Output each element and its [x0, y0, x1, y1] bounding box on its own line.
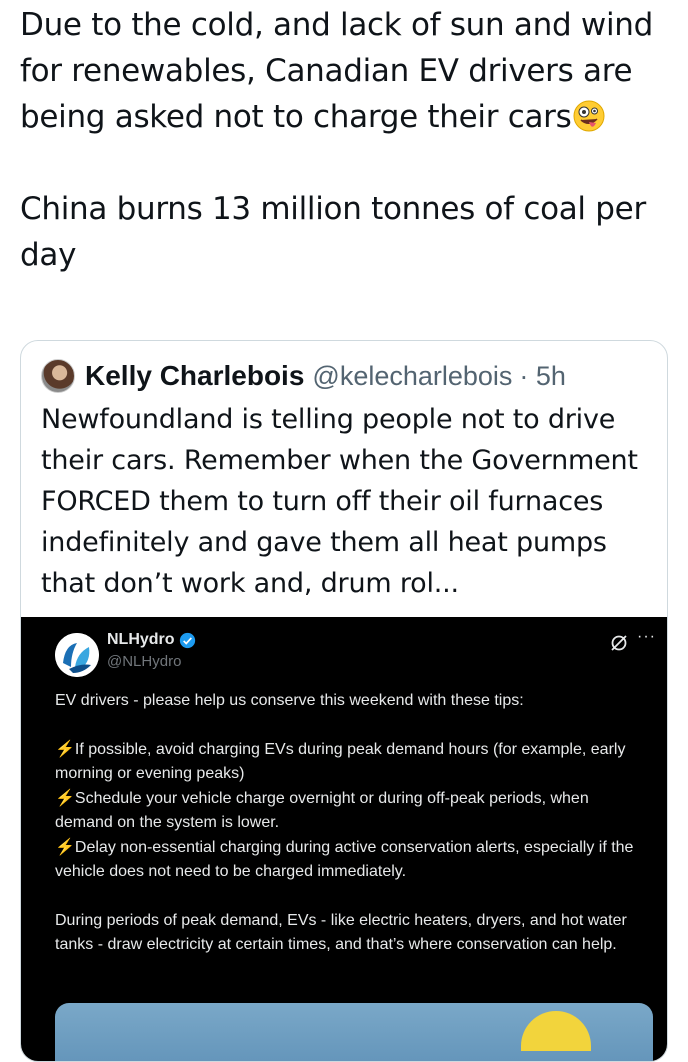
embed-author-handle: @NLHydro	[107, 653, 182, 670]
tip-3: ⚡Delay non-essential charging during act…	[55, 838, 634, 881]
lightning-icon: ⚡	[55, 740, 75, 758]
quoted-author-name[interactable]: Kelly Charlebois	[85, 360, 304, 392]
nlhydro-logo-icon	[55, 633, 99, 677]
embed-closing: During periods of peak demand, EVs - lik…	[55, 911, 627, 954]
tip-2: ⚡Schedule your vehicle charge overnight …	[55, 789, 589, 832]
quoted-author-handle[interactable]: @kelecharlebois	[312, 361, 512, 392]
more-options-icon: ···	[637, 628, 656, 645]
embed-intro: EV drivers - please help us conserve thi…	[55, 692, 524, 709]
quoted-post-card[interactable]: Kelly Charlebois @kelecharlebois · 5h Ne…	[20, 340, 668, 1062]
post-paragraph-1: Due to the cold, and lack of sun and win…	[20, 7, 653, 135]
zany-face-emoji-icon	[573, 100, 605, 132]
lightning-icon: ⚡	[55, 838, 75, 856]
quoted-post-text: Newfoundland is telling people not to dr…	[41, 404, 638, 599]
embed-post-text: EV drivers - please help us conserve thi…	[55, 689, 645, 958]
quoted-post-header: Kelly Charlebois @kelecharlebois · 5h	[41, 359, 566, 393]
embedded-screenshot: NLHydro @NLHydro ··· EV drivers - please…	[21, 617, 667, 1061]
verified-badge-icon	[179, 632, 195, 648]
post-paragraph-2: China burns 13 million tonnes of coal pe…	[20, 191, 646, 273]
tip-1: ⚡If possible, avoid charging EVs during …	[55, 740, 626, 783]
grok-icon	[611, 635, 627, 651]
avatar[interactable]	[41, 359, 75, 393]
embed-author-name: NLHydro	[107, 631, 196, 649]
lightning-icon: ⚡	[55, 789, 75, 807]
post-text: Due to the cold, and lack of sun and win…	[20, 2, 670, 278]
quoted-post-time[interactable]: · 5h	[519, 361, 566, 392]
